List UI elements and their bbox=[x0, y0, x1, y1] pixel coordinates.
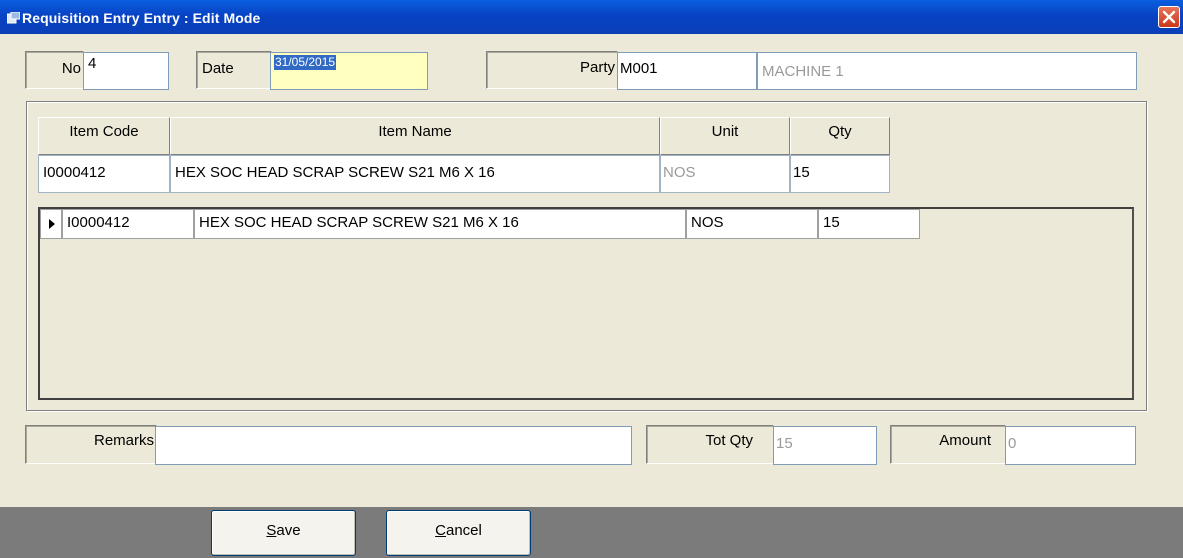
entry-unit-field: NOS bbox=[660, 155, 790, 193]
party-name-field: MACHINE 1 bbox=[757, 52, 1137, 90]
cancel-label: ancel bbox=[445, 522, 482, 539]
no-input[interactable]: 4 bbox=[83, 52, 169, 90]
party-code-input[interactable]: M001 bbox=[617, 52, 757, 90]
app-icon bbox=[7, 12, 20, 24]
date-label-box: Date bbox=[196, 51, 272, 89]
grid-cell-qty[interactable]: 15 bbox=[818, 209, 920, 239]
remarks-label: Remarks bbox=[93, 432, 154, 449]
cancel-button[interactable]: Cancel bbox=[386, 510, 531, 556]
date-label: Date bbox=[202, 60, 234, 77]
totqty-label-box: Tot Qty bbox=[646, 425, 774, 464]
row-selector[interactable] bbox=[40, 209, 62, 239]
col-header-qty: Qty bbox=[790, 117, 890, 155]
col-header-unit: Unit bbox=[660, 117, 790, 155]
save-label: ave bbox=[276, 522, 301, 539]
entry-item-name-input[interactable]: HEX SOC HEAD SCRAP SCREW S21 M6 X 16 bbox=[170, 155, 660, 193]
row-pointer-icon bbox=[49, 219, 55, 229]
entry-qty-input[interactable]: 15 bbox=[790, 155, 890, 193]
grid-cell-item-code[interactable]: I0000412 bbox=[62, 209, 194, 239]
amount-label: Amount bbox=[939, 432, 991, 449]
date-value: 31/05/2015 bbox=[274, 55, 337, 70]
party-label-box: Party bbox=[486, 51, 618, 89]
window-title: Requisition Entry Entry : Edit Mode bbox=[22, 10, 261, 26]
totqty-label: Tot Qty bbox=[705, 432, 753, 449]
cancel-accel: C bbox=[435, 522, 446, 539]
party-label: Party bbox=[579, 59, 615, 76]
totqty-field: 15 bbox=[773, 426, 877, 465]
no-label: No bbox=[61, 60, 81, 77]
close-button[interactable] bbox=[1158, 6, 1180, 28]
no-label-box: No bbox=[25, 51, 84, 89]
col-header-item-name: Item Name bbox=[170, 117, 660, 155]
save-button[interactable]: Save bbox=[211, 510, 356, 556]
col-header-item-code: Item Code bbox=[38, 117, 170, 155]
save-accel: S bbox=[266, 522, 277, 539]
date-input[interactable]: 31/05/2015 bbox=[270, 52, 428, 90]
remarks-input[interactable] bbox=[155, 426, 632, 465]
grid-cell-item-name[interactable]: HEX SOC HEAD SCRAP SCREW S21 M6 X 16 bbox=[194, 209, 686, 239]
close-icon bbox=[1162, 10, 1176, 24]
amount-field: 0 bbox=[1005, 426, 1136, 465]
grid-cell-unit[interactable]: NOS bbox=[686, 209, 818, 239]
button-bar bbox=[0, 507, 1183, 558]
amount-label-box: Amount bbox=[890, 425, 1006, 464]
title-bar: Requisition Entry Entry : Edit Mode bbox=[0, 0, 1183, 34]
entry-item-code-input[interactable]: I0000412 bbox=[38, 155, 170, 193]
remarks-label-box: Remarks bbox=[25, 425, 157, 464]
